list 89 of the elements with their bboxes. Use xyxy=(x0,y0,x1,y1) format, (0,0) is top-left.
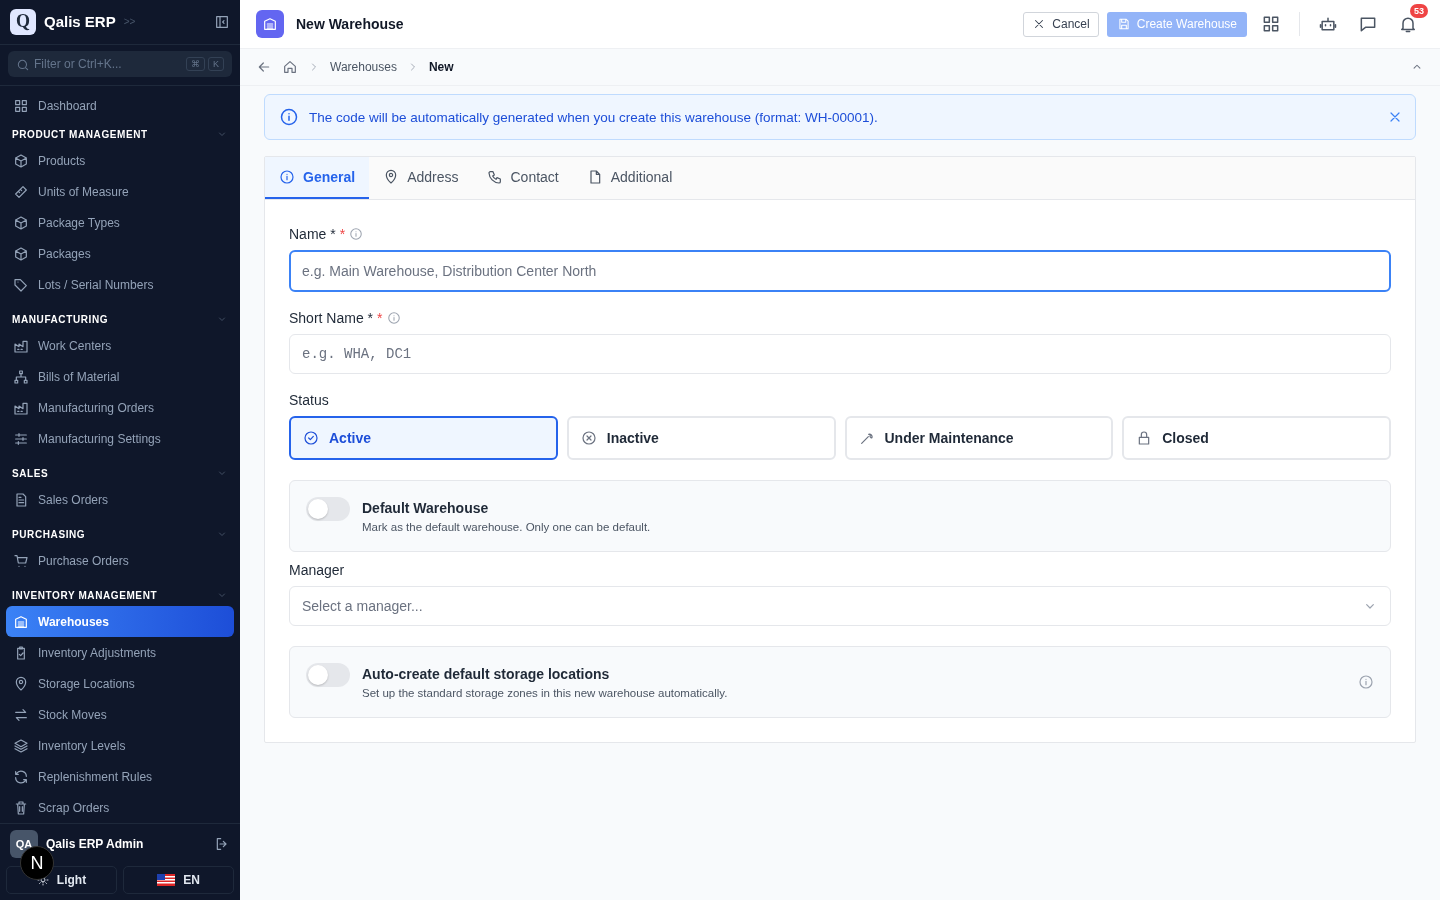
sidebar-item[interactable]: Package Types xyxy=(6,207,234,238)
sidebar-item[interactable]: Manufacturing Orders xyxy=(6,392,234,423)
layers-icon xyxy=(13,737,29,754)
info-icon[interactable] xyxy=(386,311,401,325)
sidebar-item[interactable]: Dashboard xyxy=(6,90,234,121)
logo: Q xyxy=(10,8,36,35)
sidebar-item[interactable]: Packages xyxy=(6,238,234,269)
grid-icon xyxy=(13,97,29,114)
page-title: New Warehouse xyxy=(296,16,404,32)
info-icon[interactable] xyxy=(349,227,364,241)
sidebar-item[interactable]: Inventory Levels xyxy=(6,730,234,761)
field-label: Status xyxy=(289,392,329,408)
panel-collapse-icon[interactable] xyxy=(214,13,230,30)
select-placeholder: Select a manager... xyxy=(302,598,423,614)
sidebar-item[interactable]: Products xyxy=(6,145,234,176)
pin-icon xyxy=(13,675,29,692)
sliders-icon xyxy=(13,430,29,447)
manager-select[interactable]: Select a manager... xyxy=(289,586,1391,626)
save-icon xyxy=(1116,17,1131,31)
field-label: Manager xyxy=(289,562,345,578)
sidebar-item[interactable]: Purchase Orders xyxy=(6,545,234,576)
toggle-description: Set up the standard storage zones in this new warehouse automatically. xyxy=(362,686,729,699)
sidebar-item[interactable]: Units of Measure xyxy=(6,176,234,207)
text-field[interactable]: e.g. Main Warehouse, Distribution Center North xyxy=(289,250,1391,292)
chat-icon[interactable] xyxy=(1358,14,1378,34)
document-icon xyxy=(13,491,29,508)
sidebar-item[interactable]: Replenishment Rules xyxy=(6,761,234,792)
alert-message: The code will be automatically generated when you create this warehouse (format: WH-00001). xyxy=(309,109,879,125)
info-icon xyxy=(279,169,295,185)
key-hint: K xyxy=(208,56,224,71)
breadcrumb-link[interactable]: Warehouses xyxy=(330,60,397,74)
field-label: Short Name * xyxy=(289,310,374,326)
toggle-title: Default Warehouse xyxy=(362,499,490,516)
sidebar-item[interactable]: Warehouses xyxy=(6,606,234,637)
tag-icon xyxy=(13,276,29,293)
cancel-button[interactable]: Cancel xyxy=(1023,11,1099,37)
trash-icon xyxy=(13,799,29,816)
section-heading: MANUFACTURING xyxy=(12,313,109,325)
arrows-icon xyxy=(13,706,29,723)
info-icon xyxy=(279,107,299,127)
tab[interactable]: Address xyxy=(369,157,473,199)
status-option[interactable]: Under Maintenance xyxy=(844,416,1114,460)
home-icon[interactable] xyxy=(282,59,298,75)
section-heading: PURCHASING xyxy=(12,528,86,540)
info-icon[interactable] xyxy=(1358,674,1374,690)
toggle-switch[interactable] xyxy=(306,663,350,687)
tab[interactable]: General xyxy=(265,157,370,199)
brand-name: Qalis ERP xyxy=(44,13,116,31)
refresh-icon xyxy=(13,768,29,785)
toggle-switch[interactable] xyxy=(306,497,350,521)
toggle-title: Auto-create default storage locations xyxy=(362,665,611,682)
required-mark: * xyxy=(339,226,346,242)
sidebar-item[interactable]: Manufacturing Settings xyxy=(6,423,234,454)
ruler-icon xyxy=(13,183,29,200)
tab[interactable]: Contact xyxy=(472,157,573,199)
box-icon xyxy=(13,152,29,169)
key-hint: ⌘ xyxy=(186,56,205,71)
box-icon xyxy=(13,245,29,262)
hierarchy-icon xyxy=(13,368,29,385)
status-option[interactable]: Inactive xyxy=(566,416,836,460)
section-heading: PRODUCT MANAGEMENT xyxy=(12,128,148,140)
status-option[interactable]: Closed xyxy=(1122,416,1391,460)
sidebar-item[interactable]: Stock Moves xyxy=(6,699,234,730)
sidebar-item[interactable]: Bills of Material xyxy=(6,361,234,392)
field-label: Name * xyxy=(289,226,336,242)
language-button[interactable]: EN xyxy=(123,866,234,894)
section-heading: SALES xyxy=(12,467,49,479)
back-arrow-icon[interactable] xyxy=(256,59,272,75)
breadcrumb-current: New xyxy=(428,60,454,74)
phone-icon xyxy=(486,169,503,185)
cart-icon xyxy=(13,552,29,569)
notification-count: 53 xyxy=(1410,4,1428,18)
sidebar-item[interactable]: Inventory Adjustments xyxy=(6,637,234,668)
tab[interactable]: Additional xyxy=(572,157,687,199)
warehouse-icon xyxy=(13,613,29,630)
sidebar-item[interactable]: Lots / Serial Numbers xyxy=(6,269,234,300)
grid-icon[interactable] xyxy=(1261,14,1281,34)
status-option[interactable]: Active xyxy=(289,416,558,460)
toggle-description: Mark as the default warehouse. Only one can be default. xyxy=(362,520,652,533)
sidebar-item[interactable]: Storage Locations xyxy=(6,668,234,699)
sidebar-item[interactable]: Work Centers xyxy=(6,330,234,361)
box-icon xyxy=(13,214,29,231)
sidebar-item[interactable]: Sales Orders xyxy=(6,484,234,515)
section-heading: INVENTORY MANAGEMENT xyxy=(12,589,158,601)
warehouse-icon xyxy=(256,10,284,38)
required-mark: * xyxy=(377,310,383,326)
sidebar-item[interactable]: Scrap Orders xyxy=(6,792,234,823)
search-icon xyxy=(16,57,30,72)
flag-icon xyxy=(157,874,176,886)
